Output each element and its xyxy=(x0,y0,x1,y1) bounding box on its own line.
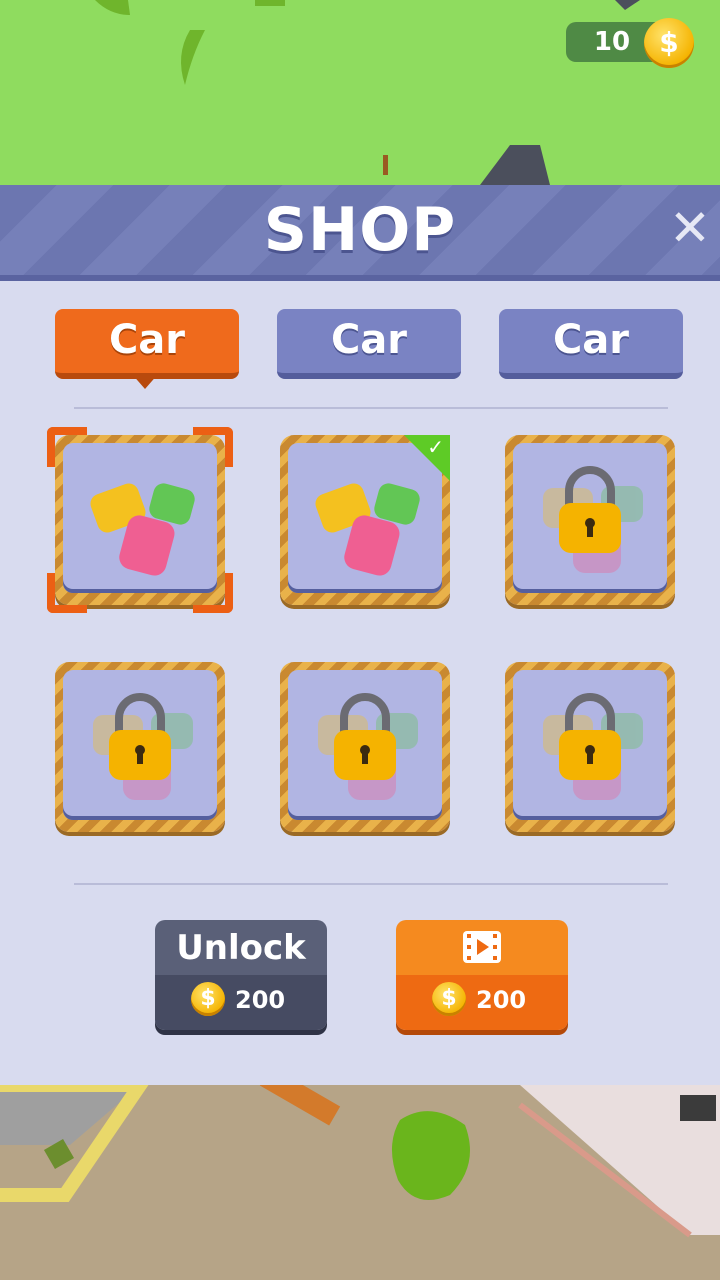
padlock-icon xyxy=(93,693,193,800)
close-icon[interactable]: ✕ xyxy=(665,203,715,253)
padlock-icon xyxy=(543,693,643,800)
game-map-bottom xyxy=(0,1085,720,1280)
unlock-label: Unlock xyxy=(176,928,306,968)
coin-icon: $ xyxy=(432,982,466,1016)
selection-corner xyxy=(193,573,233,613)
padlock-icon xyxy=(543,466,643,573)
shop-title: SHOP xyxy=(263,195,457,265)
shop-item-6[interactable] xyxy=(505,662,675,832)
check-icon: ✓ xyxy=(427,435,444,459)
coin-count: 10 xyxy=(593,27,631,57)
shop-header: SHOP ✕ xyxy=(0,185,720,281)
tab-car-1[interactable]: Car xyxy=(55,309,239,389)
shop-panel: SHOP ✕ Car Car Car ✓ Unlock $ 200 $ 200 xyxy=(0,185,720,1085)
ad-price: $ 200 xyxy=(396,980,568,1020)
shop-item-frame xyxy=(63,670,217,820)
shop-item-4[interactable] xyxy=(55,662,225,832)
shop-item-2[interactable]: ✓ xyxy=(280,435,450,605)
shop-item-1[interactable] xyxy=(47,427,233,613)
coin-counter: 10 $ xyxy=(566,18,696,68)
shop-item-5[interactable] xyxy=(280,662,450,832)
shop-item-3[interactable] xyxy=(505,435,675,605)
shop-item-frame xyxy=(288,670,442,820)
coin-icon: $ xyxy=(644,18,694,68)
tab-car-2[interactable]: Car xyxy=(277,309,461,379)
coin-icon: $ xyxy=(191,982,225,1016)
video-icon xyxy=(463,931,501,963)
map-decoration xyxy=(0,1085,720,1238)
ad-price-value: 200 xyxy=(476,986,527,1014)
shop-item-frame xyxy=(513,443,667,593)
shop-item-frame xyxy=(513,670,667,820)
unlock-price-value: 200 xyxy=(235,986,286,1014)
unlock-price: $ 200 xyxy=(155,980,327,1020)
tab-car-3[interactable]: Car xyxy=(499,309,683,379)
divider-top xyxy=(74,407,668,409)
unlock-button[interactable]: Unlock $ 200 xyxy=(155,920,327,1030)
selection-corner xyxy=(47,573,87,613)
selection-corner xyxy=(47,427,87,467)
padlock-icon xyxy=(318,693,418,800)
divider-bottom xyxy=(74,883,668,885)
watch-ad-button[interactable]: $ 200 xyxy=(396,920,568,1030)
selection-corner xyxy=(193,427,233,467)
